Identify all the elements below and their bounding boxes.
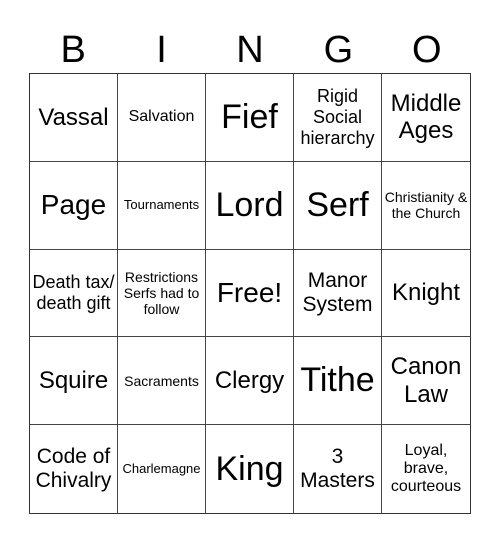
header-letter-b: B xyxy=(60,29,86,71)
bingo-header: B I N G O xyxy=(29,28,471,73)
bingo-cell-r4c2[interactable]: Sacraments xyxy=(118,337,206,426)
header-letter-n: N xyxy=(236,29,264,71)
bingo-cell-r2c1[interactable]: Page xyxy=(30,161,118,250)
bingo-cell-r4c4[interactable]: Tithe xyxy=(294,337,382,426)
bingo-board: Vassal Salvation Fief Rigid Social hiera… xyxy=(29,73,471,514)
bingo-cell-r4c5[interactable]: Canon Law xyxy=(382,337,470,426)
bingo-cell-r5c1[interactable]: Code of Chivalry xyxy=(30,425,118,513)
bingo-cell-r1c2[interactable]: Salvation xyxy=(118,74,206,162)
bingo-cell-r4c1[interactable]: Squire xyxy=(30,337,118,426)
bingo-cell-r5c3[interactable]: King xyxy=(206,425,294,513)
bingo-cell-r1c1[interactable]: Vassal xyxy=(30,74,118,162)
header-letter-o: O xyxy=(411,29,442,71)
bingo-cell-r1c3[interactable]: Fief xyxy=(206,74,294,162)
bingo-cell-r1c5[interactable]: Middle Ages xyxy=(382,74,470,162)
bingo-cell-r3c2[interactable]: Restrictions Serfs had to follow xyxy=(118,249,206,338)
bingo-cell-r1c4[interactable]: Rigid Social hierarchy xyxy=(294,74,382,162)
bingo-cell-r3c5[interactable]: Knight xyxy=(382,250,470,338)
bingo-cell-r3c1[interactable]: Death tax/ death gift xyxy=(30,249,118,338)
bingo-cell-r5c2[interactable]: Charlemagne xyxy=(118,425,206,513)
bingo-cell-r4c3[interactable]: Clergy xyxy=(206,337,294,426)
bingo-cell-r5c4[interactable]: 3 Masters xyxy=(294,425,382,513)
free-space-cell[interactable]: Free! xyxy=(206,249,294,338)
header-letter-i: I xyxy=(156,29,167,71)
bingo-cell-r2c5[interactable]: Christianity & the Church xyxy=(382,162,470,250)
bingo-cell-r3c4[interactable]: Manor System xyxy=(294,249,382,338)
bingo-cell-r5c5[interactable]: Loyal, brave, courteous xyxy=(382,425,470,513)
bingo-cell-r2c3[interactable]: Lord xyxy=(206,161,294,250)
bingo-cell-r2c2[interactable]: Tournaments xyxy=(118,161,206,250)
header-letter-g: G xyxy=(323,29,354,71)
bingo-cell-r2c4[interactable]: Serf xyxy=(294,161,382,250)
